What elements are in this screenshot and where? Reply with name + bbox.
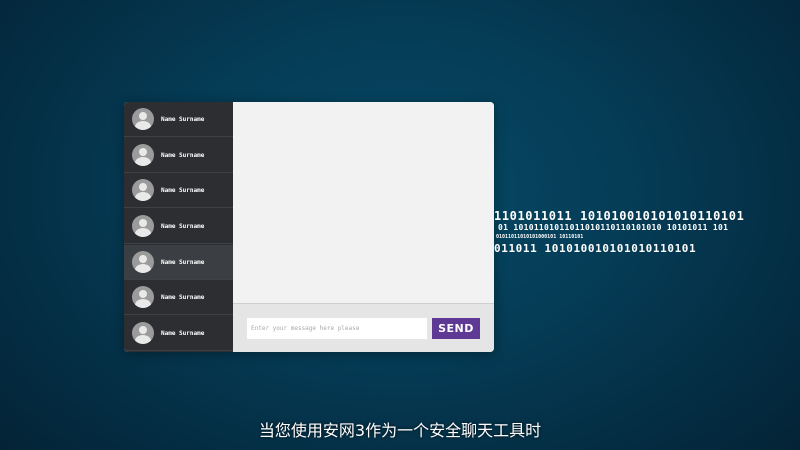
user-avatar-icon [132,144,154,166]
contact-name: Name Surname [161,186,205,194]
user-avatar-icon [132,108,154,130]
contact-name: Name Surname [161,258,205,266]
message-input[interactable] [247,318,427,339]
user-avatar-icon [132,322,154,344]
contact-name: Name Surname [161,293,205,301]
contact-item[interactable]: Name Surname [124,209,233,244]
contact-list: Name Surname Name Surname Name Surname N… [124,102,233,352]
user-avatar-icon [132,215,154,237]
contact-name: Name Surname [161,115,205,123]
contact-name: Name Surname [161,151,205,159]
binary-text-line: 01011011010101000101 10110101 [496,234,584,240]
compose-bar: SEND [233,303,494,352]
send-button[interactable]: SEND [432,318,480,339]
contact-item[interactable]: Name Surname [124,173,233,208]
user-avatar-icon [132,286,154,308]
chat-window: Name Surname Name Surname Name Surname N… [124,102,494,352]
contact-name: Name Surname [161,329,205,337]
binary-text-line: 01 10101101011011010110110101010 1010101… [498,223,729,232]
contact-item-active[interactable]: Name Surname [124,245,233,280]
user-avatar-icon [132,179,154,201]
video-subtitle: 当您使用安网3作为一个安全聊天工具时 [258,421,542,440]
contact-item[interactable]: Name Surname [124,316,233,351]
contact-item[interactable]: Name Surname [124,102,233,137]
binary-text-line: 1101011011 101010010101010110101 [494,209,745,223]
contact-name: Name Surname [161,222,205,230]
user-avatar-icon [132,251,154,273]
message-area [233,102,494,303]
binary-text-line: 011011 101010010101010110101 [494,242,697,255]
contact-item[interactable]: Name Surname [124,138,233,173]
contact-item[interactable]: Name Surname [124,280,233,315]
